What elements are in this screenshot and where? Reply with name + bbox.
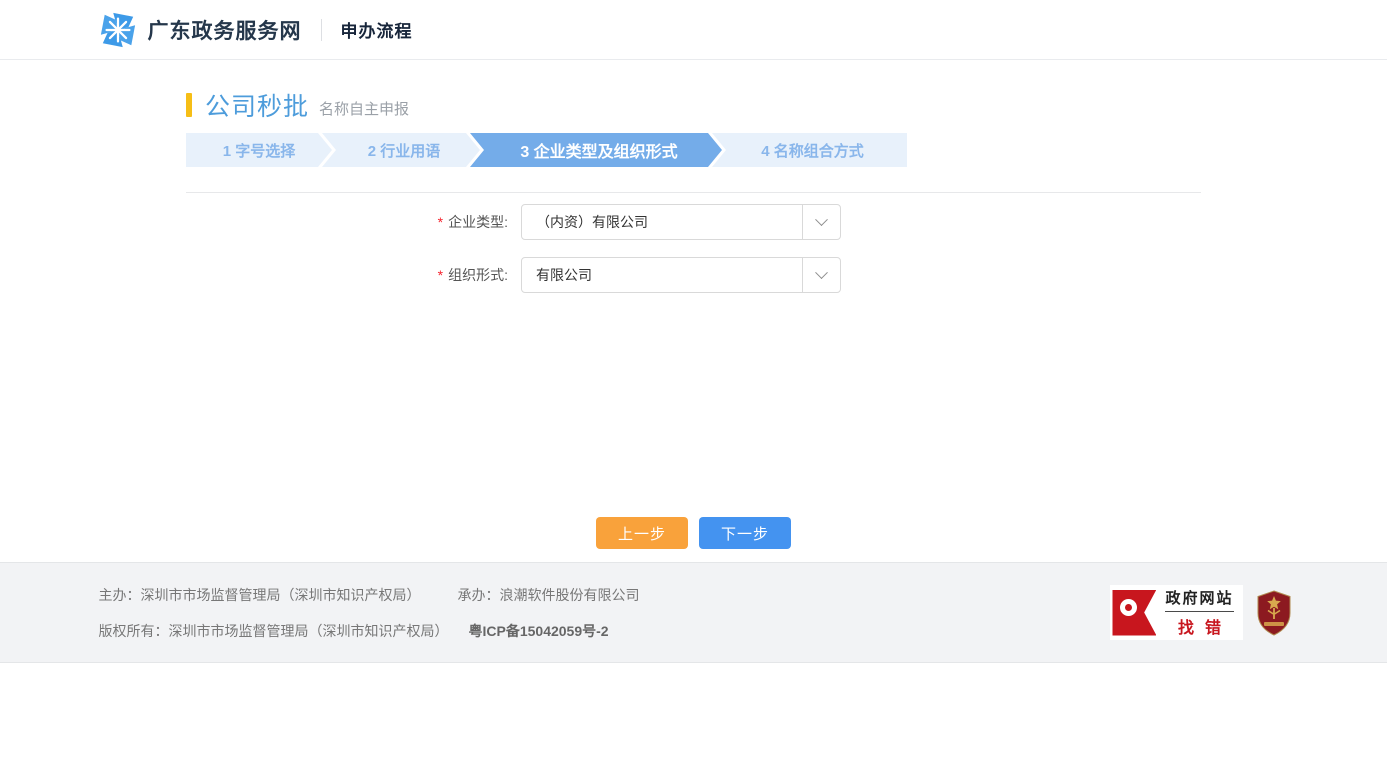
site-name[interactable]: 广东政务服务网 [148,15,302,45]
org-form-row: * 组织形式: 有限公司 [186,257,1201,293]
enterprise-type-row: * 企业类型: （内资）有限公司 [186,204,1201,240]
site-logo-icon[interactable] [99,11,137,49]
magnifier-flag-icon [1112,589,1159,637]
site-identity-shield-icon[interactable] [1256,590,1292,636]
header-divider [321,19,322,41]
org-form-select[interactable]: 有限公司 [521,257,841,293]
step-1-tab[interactable]: 1 字号选择 [186,133,332,167]
enterprise-type-select[interactable]: （内资）有限公司 [521,204,841,240]
content-divider [186,192,1201,193]
main-content: 公司秒批 名称自主申报 1 字号选择 2 行业用语 3 企业类型及组织形式 4 … [186,87,1201,549]
error-badge-text: 政府网站 找错 [1165,587,1233,638]
gov-site-error-badge[interactable]: 政府网站 找错 [1110,585,1242,640]
enterprise-type-label: * 企业类型: [186,212,521,232]
enterprise-type-value: （内资）有限公司 [522,205,802,239]
icp-number: 粤ICP备15042059号-2 [469,623,609,639]
required-mark: * [438,214,443,230]
section-title: 申办流程 [341,17,413,42]
copyright-value: 深圳市市场监督管理局（深圳市知识产权局） [169,623,449,639]
next-step-button[interactable]: 下一步 [699,517,791,549]
error-badge-divider [1165,611,1233,612]
undertake-label: 承办： [458,587,500,603]
step-2-tab[interactable]: 2 行业用语 [322,133,480,167]
chevron-down-icon [815,213,828,226]
title-accent-bar [186,93,192,117]
error-badge-line2: 找错 [1178,614,1232,638]
org-form-value: 有限公司 [522,258,802,292]
site-header: 广东政务服务网 申办流程 [0,0,1387,60]
step-4-tab[interactable]: 4 名称组合方式 [712,133,907,167]
host-label: 主办： [99,587,141,603]
org-form-dropdown-button[interactable] [802,258,840,292]
footer-inner: 主办：深圳市市场监督管理局（深圳市知识产权局）承办：浪潮软件股份有限公司 版权所… [94,563,1294,662]
footer-badges: 政府网站 找错 [1110,585,1293,640]
prev-step-button[interactable]: 上一步 [596,517,688,549]
host-value: 深圳市市场监督管理局（深圳市知识产权局） [141,587,421,603]
chevron-down-icon [815,266,828,279]
footer-text: 主办：深圳市市场监督管理局（深圳市知识产权局）承办：浪潮软件股份有限公司 版权所… [99,577,640,649]
step-3-tab[interactable]: 3 企业类型及组织形式 [470,133,722,167]
wizard-buttons: 上一步 下一步 [186,517,1201,549]
form-area: * 企业类型: （内资）有限公司 * 组织形式: 有限公司 [186,204,1201,293]
page-title: 公司秒批 [205,87,309,123]
header-inner: 广东政务服务网 申办流程 [94,11,1294,49]
footer-line1: 主办：深圳市市场监督管理局（深圳市知识产权局） 承办：浪潮软件股份有限公司 [99,577,640,613]
error-badge-line1: 政府网站 [1165,587,1233,608]
page-subtitle: 名称自主申报 [319,92,409,119]
org-form-label-text: 组织形式: [448,267,508,283]
page-footer: 主办：深圳市市场监督管理局（深圳市知识产权局）承办：浪潮软件股份有限公司 版权所… [0,562,1387,663]
required-mark: * [438,267,443,283]
step-indicator: 1 字号选择 2 行业用语 3 企业类型及组织形式 4 名称组合方式 [186,133,907,167]
copyright-label: 版权所有： [99,623,169,639]
undertake-value: 浪潮软件股份有限公司 [500,587,640,603]
page-head: 公司秒批 名称自主申报 [186,87,1201,123]
enterprise-type-dropdown-button[interactable] [802,205,840,239]
footer-line2: 版权所有：深圳市市场监督管理局（深圳市知识产权局） 粤ICP备15042059号-… [99,613,640,649]
enterprise-type-label-text: 企业类型: [448,214,508,230]
org-form-label: * 组织形式: [186,265,521,285]
